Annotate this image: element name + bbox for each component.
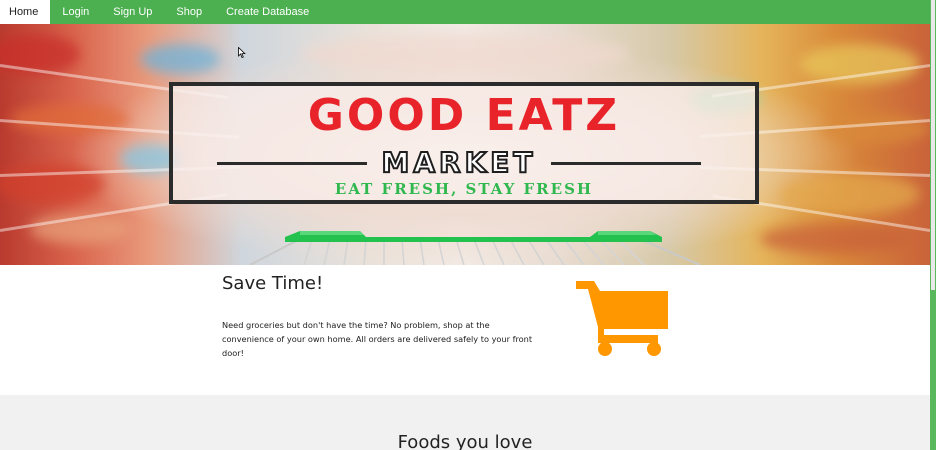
feature-title: Save Time! xyxy=(222,273,324,294)
feature-section: Save Time! Need groceries but don't have… xyxy=(0,265,930,395)
nav-shop[interactable]: Shop xyxy=(164,0,214,24)
mouse-cursor-icon xyxy=(238,47,246,59)
foods-section: Foods you love xyxy=(0,395,930,450)
page: Home Login Sign Up Shop Create Database xyxy=(0,0,936,450)
logo-subtitle: MARKET xyxy=(380,145,537,180)
top-navigation: Home Login Sign Up Shop Create Database xyxy=(0,0,930,24)
logo-tagline: EAT FRESH, STAY FRESH xyxy=(334,180,594,198)
logo-title: GOOD EATZ xyxy=(307,90,621,141)
nav-sign-up[interactable]: Sign Up xyxy=(101,0,164,24)
divider xyxy=(550,161,701,165)
divider xyxy=(217,161,368,165)
scrollbar[interactable] xyxy=(930,0,936,450)
nav-login[interactable]: Login xyxy=(50,0,101,24)
logo-sign: GOOD EATZ MARKET EAT FRESH, STAY FRESH xyxy=(169,82,759,204)
logo-subtitle-row: MARKET xyxy=(217,145,701,180)
feature-description: Need groceries but don't have the time? … xyxy=(222,320,533,358)
hero-banner: GOOD EATZ MARKET EAT FRESH, STAY FRESH xyxy=(0,24,930,265)
foods-title: Foods you love xyxy=(397,432,533,450)
scrollbar-thumb[interactable] xyxy=(931,0,935,290)
shopping-cart-icon xyxy=(576,281,668,356)
nav-create-database[interactable]: Create Database xyxy=(214,0,321,24)
nav-home[interactable]: Home xyxy=(0,0,51,24)
